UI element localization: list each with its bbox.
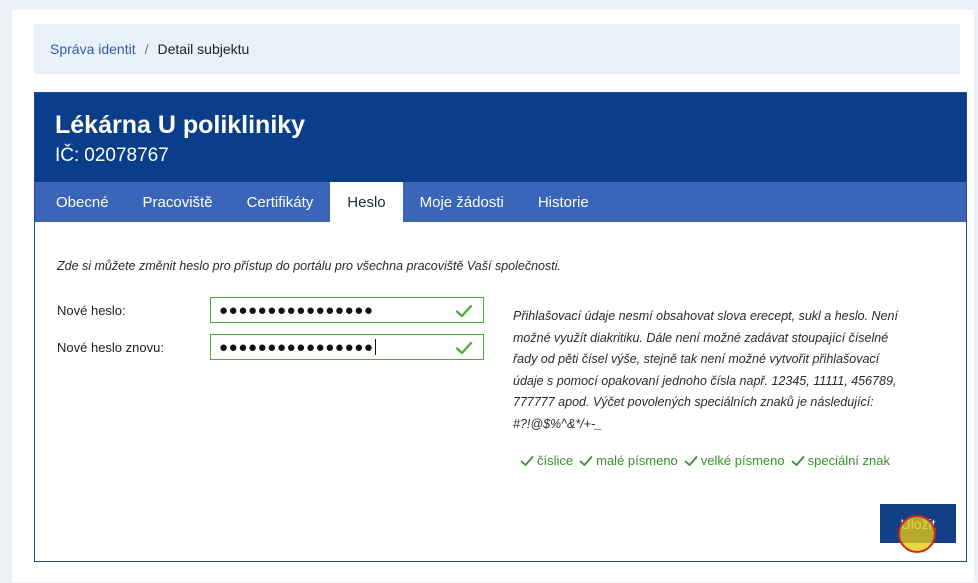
- new-password-value: ●●●●●●●●●●●●●●●●: [219, 301, 374, 319]
- subject-header: Lékárna U polikliniky IČ: 02078767: [35, 93, 966, 182]
- repeat-password-label: Nové heslo znovu:: [57, 340, 164, 355]
- requirement-digit: číslice: [520, 453, 573, 468]
- breadcrumb: Správa identit / Detail subjektu: [34, 24, 960, 74]
- save-button[interactable]: Uložit: [880, 504, 956, 543]
- page-title: Lékárna U polikliniky: [55, 111, 306, 139]
- requirement-special: speciální znak: [791, 453, 890, 468]
- tab-my-requests[interactable]: Moje žádosti: [403, 182, 521, 222]
- check-icon: [579, 455, 593, 466]
- check-icon: [520, 455, 534, 466]
- password-rules: Přihlašovací údaje nesmí obsahovat slova…: [513, 306, 943, 435]
- breadcrumb-link-identity-management[interactable]: Správa identit: [50, 41, 136, 57]
- requirement-label: speciální znak: [807, 453, 890, 468]
- tab-bar: Obecné Pracoviště Certifikáty Heslo Moje…: [35, 182, 966, 222]
- requirement-label: malé písmeno: [596, 453, 678, 468]
- text-cursor: [374, 339, 376, 355]
- breadcrumb-separator: /: [144, 41, 149, 57]
- tab-workplaces[interactable]: Pracoviště: [126, 182, 230, 222]
- requirement-label: velké písmeno: [700, 453, 785, 468]
- repeat-password-field[interactable]: ●●●●●●●●●●●●●●●●: [210, 334, 484, 360]
- rules-line: #?!@$%^&*/+-_: [513, 416, 603, 431]
- subject-ic: IČ: 02078767: [55, 145, 169, 167]
- tab-certificates[interactable]: Certifikáty: [230, 182, 331, 222]
- rules-line: řady od pěti čísel výše, stejně tak není…: [513, 352, 880, 366]
- password-tab-content: Zde si můžete změnit heslo pro přístup d…: [35, 222, 966, 561]
- rules-line: možné využít diakritiku. Dále není možné…: [513, 330, 889, 345]
- requirement-lowercase: malé písmeno: [579, 453, 678, 468]
- rules-line: Přihlašovací údaje nesmí obsahovat slova…: [513, 309, 898, 323]
- ic-value: 02078767: [84, 145, 169, 166]
- new-password-label: Nové heslo:: [57, 303, 126, 318]
- tab-history[interactable]: Historie: [521, 182, 606, 222]
- check-icon: [455, 341, 473, 355]
- subject-card: Lékárna U polikliniky IČ: 02078767 Obecné…: [34, 92, 967, 562]
- requirement-label: číslice: [537, 453, 574, 468]
- tab-password[interactable]: Heslo: [330, 182, 403, 222]
- new-password-field[interactable]: ●●●●●●●●●●●●●●●●: [210, 297, 484, 323]
- check-icon: [455, 304, 473, 318]
- page-container: Správa identit / Detail subjektu Lékárna…: [12, 10, 974, 582]
- requirement-uppercase: velké písmeno: [684, 453, 785, 468]
- rules-line: 777777 apod. Výčet povolených speciálníc…: [513, 395, 874, 409]
- password-requirements: číslice malé písmeno velké písmeno speci…: [520, 453, 896, 468]
- rules-line: údaje s pomocí opakovaní jednoho čísla n…: [513, 373, 897, 388]
- ic-label: IČ:: [55, 145, 80, 166]
- breadcrumb-current: Detail subjektu: [157, 41, 250, 57]
- check-icon: [684, 455, 698, 466]
- repeat-password-value: ●●●●●●●●●●●●●●●●: [219, 338, 374, 356]
- intro-text: Zde si můžete změnit heslo pro přístup d…: [57, 259, 561, 273]
- tab-general[interactable]: Obecné: [39, 182, 126, 222]
- check-icon: [791, 455, 805, 466]
